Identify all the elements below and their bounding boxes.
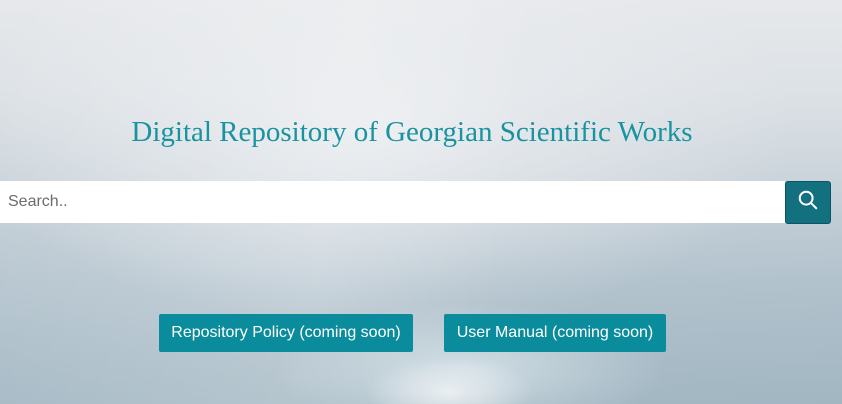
user-manual-button[interactable]: User Manual (coming soon) [444,314,666,352]
search-button[interactable] [785,181,831,224]
search-input[interactable] [0,181,785,223]
page-title: Digital Repository of Georgian Scientifi… [131,116,693,148]
repository-policy-button[interactable]: Repository Policy (coming soon) [159,314,413,352]
search-bar [0,181,832,224]
search-icon [797,189,819,216]
